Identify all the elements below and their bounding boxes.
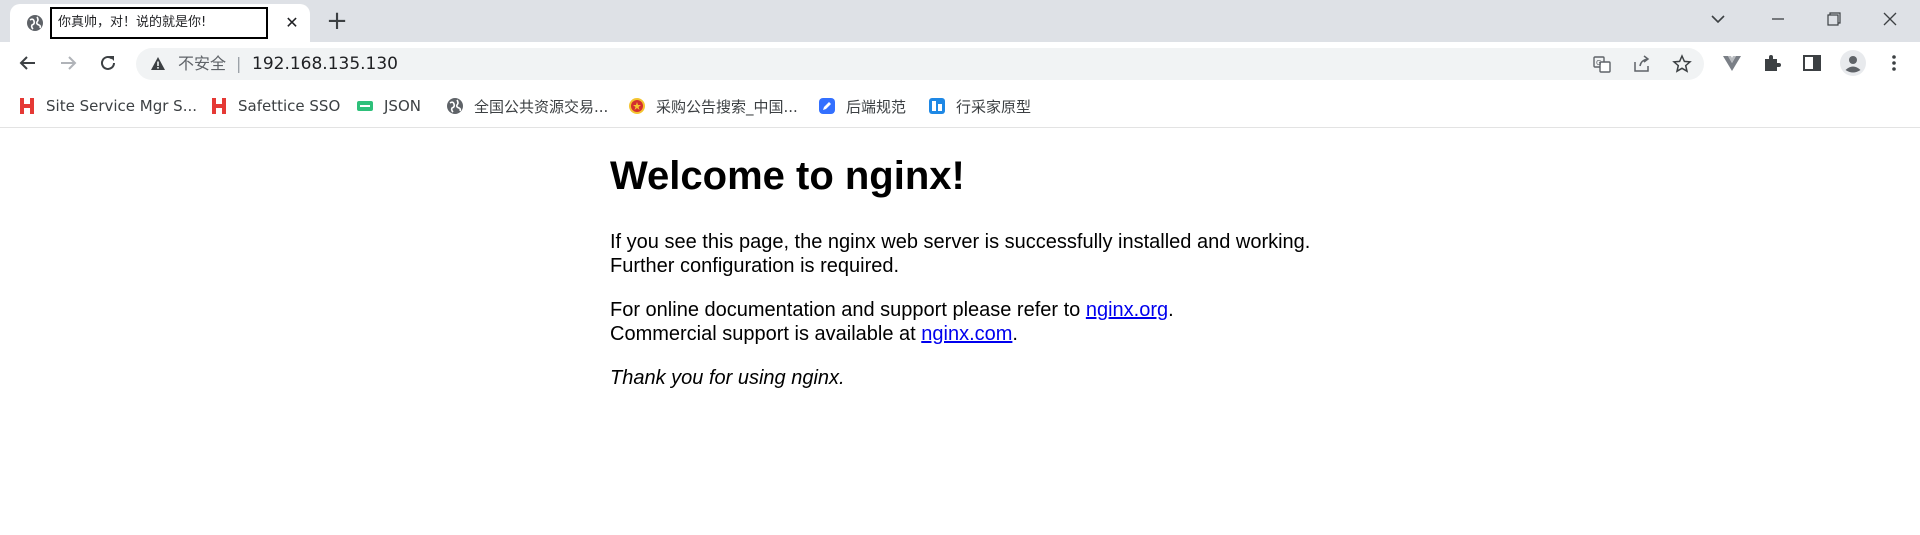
new-tab-button[interactable]: + [324,8,350,35]
globe-icon [446,97,464,115]
toolbar: 不安全 | 192.168.135.130 G [0,42,1920,84]
tab-strip: 你真帅，对！说的就是你! ✕ + [0,0,1920,42]
active-tab[interactable]: 你真帅，对！说的就是你! ✕ [10,4,310,42]
bookmark-prototype[interactable]: 行采家原型 [928,92,1031,120]
bookmark-label: Safettice SSO [238,97,341,115]
page-content: Welcome to nginx! If you see this page, … [610,152,1370,410]
security-label[interactable]: 不安全 [178,48,226,80]
json-icon [356,97,374,115]
bookmark-json[interactable]: JSON [356,92,421,120]
bookmark-label: JSON [384,97,421,115]
bookmarks-bar: Site Service Mgr S... Safettice SSO JSON… [0,84,1920,128]
doc-edit-icon [818,97,836,115]
side-panel-icon[interactable] [1802,53,1822,73]
warning-icon[interactable] [150,56,166,72]
share-icon[interactable] [1632,54,1652,74]
prototype-icon [928,97,946,115]
thanks-text: Thank you for using nginx. [610,367,845,389]
nginx-com-link[interactable]: nginx.com [921,323,1012,345]
puzzle-icon[interactable] [1762,53,1782,73]
back-icon[interactable] [15,50,41,76]
h-logo-icon [210,97,228,115]
profile-icon[interactable] [1840,50,1866,76]
url-text[interactable]: 192.168.135.130 [252,48,398,80]
doc-text-end: . [1168,299,1174,321]
commercial-text-end: . [1012,323,1018,345]
menu-dots-icon[interactable] [1884,53,1904,73]
restore-icon[interactable] [1806,0,1862,38]
documentation-paragraph: For online documentation and support ple… [610,298,1370,346]
bookmark-label: 行采家原型 [956,97,1032,116]
nginx-org-link[interactable]: nginx.org [1086,299,1168,321]
reload-icon[interactable] [95,50,121,76]
bookmark-procurement-search[interactable]: 采购公告搜索_中国... [628,92,798,120]
svg-text:G: G [1596,59,1601,67]
star-icon[interactable] [1672,54,1692,74]
bookmark-label: Site Service Mgr S... [46,97,197,115]
address-bar[interactable]: 不安全 | 192.168.135.130 G [136,48,1704,80]
vue-devtools-icon[interactable] [1722,53,1742,73]
commercial-text: Commercial support is available at [610,323,922,345]
close-tab-icon[interactable]: ✕ [282,13,302,33]
translate-icon[interactable]: G [1592,54,1612,74]
tab-title: 你真帅，对！说的就是你! [50,7,268,39]
thanks-paragraph: Thank you for using nginx. [610,366,1370,390]
bookmark-site-service[interactable]: Site Service Mgr S... [18,92,197,120]
bookmark-label: 全国公共资源交易... [474,97,609,116]
omnibox-divider: | [236,54,242,73]
h-logo-icon [18,97,36,115]
install-message: If you see this page, the nginx web serv… [610,231,1311,277]
forward-icon[interactable] [55,50,81,76]
close-icon[interactable] [1862,0,1918,38]
bookmark-backend-spec[interactable]: 后端规范 [818,92,906,120]
page-title: Welcome to nginx! [610,154,965,198]
bookmark-public-resources[interactable]: 全国公共资源交易... [446,92,608,120]
bookmark-safettice-sso[interactable]: Safettice SSO [210,92,340,120]
bookmark-label: 采购公告搜索_中国... [656,97,798,116]
globe-icon [26,14,44,32]
doc-text: For online documentation and support ple… [610,299,1086,321]
minimize-icon[interactable] [1750,0,1806,38]
chevron-down-icon[interactable] [1690,0,1746,38]
bookmark-label: 后端规范 [846,97,907,116]
emblem-icon [628,97,646,115]
